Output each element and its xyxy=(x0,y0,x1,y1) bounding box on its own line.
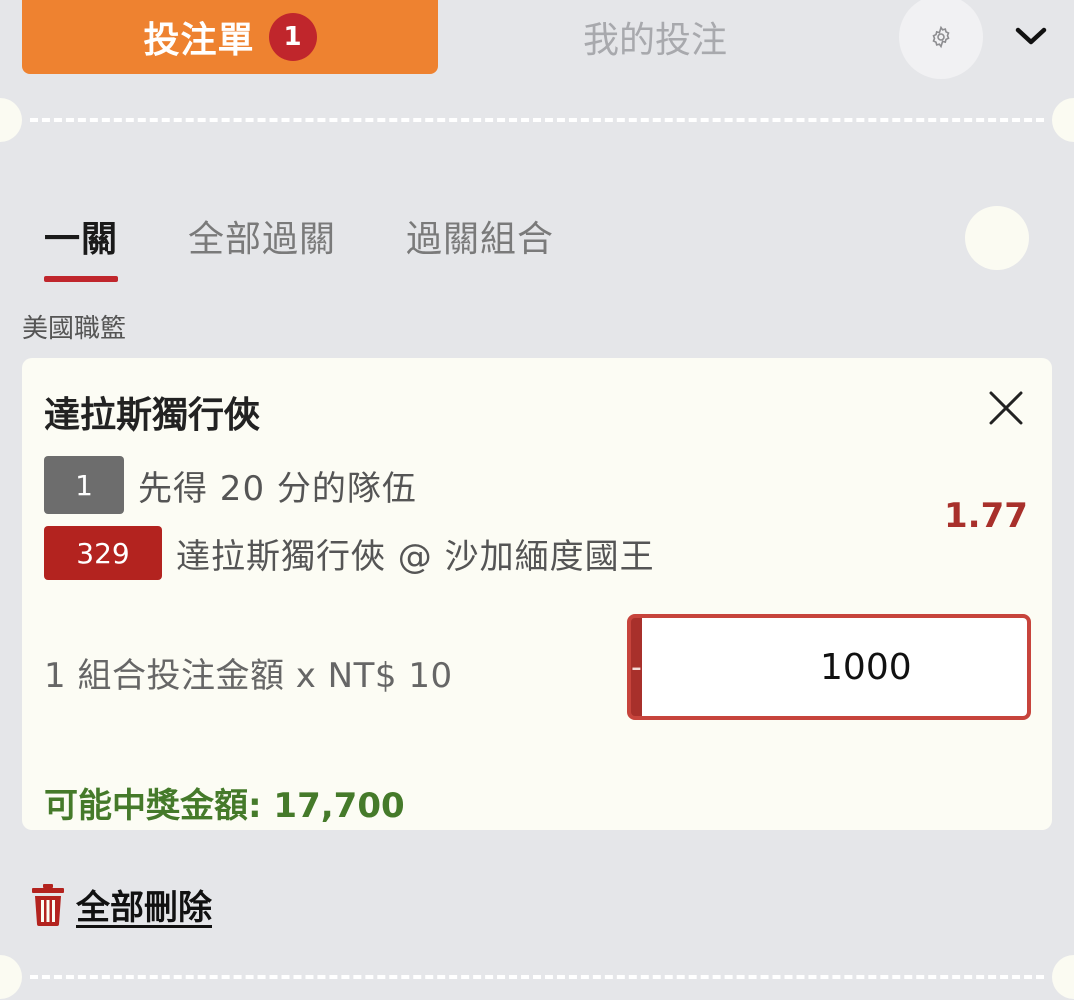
separator-notch xyxy=(0,98,22,142)
tab-betslip[interactable]: 投注單 1 xyxy=(22,0,438,74)
bet-card: 達拉斯獨行俠 1 先得 20 分的隊伍 329 達拉斯獨行俠 @ 沙加緬度國王 … xyxy=(22,358,1052,830)
settings-button[interactable] xyxy=(899,0,983,79)
tab-parlay-combo[interactable]: 過關組合 xyxy=(406,210,554,282)
betslip-count-badge: 1 xyxy=(268,13,317,61)
betslip-panel: 投注單 1 我的投注 一關 全部過關 過關組合 美國職籃 達拉斯獨行俠 1 先得… xyxy=(0,0,1074,1000)
gear-icon xyxy=(932,25,950,49)
selection-team: 達拉斯獨行俠 xyxy=(44,395,261,436)
event-tag: 329 xyxy=(44,526,162,580)
dashed-separator xyxy=(0,97,1074,143)
stake-label: 1 組合投注金額 x NT$ 10 xyxy=(44,656,453,696)
separator-notch xyxy=(0,955,22,999)
collapse-button[interactable] xyxy=(1006,16,1056,56)
close-icon xyxy=(989,391,1023,425)
tab-single[interactable]: 一關 xyxy=(44,210,119,282)
dashed-line xyxy=(30,975,1044,979)
decrease-stake-button[interactable]: - xyxy=(631,618,642,716)
separator-notch xyxy=(1052,955,1074,999)
chevron-down-icon xyxy=(1015,27,1047,45)
event-name: 達拉斯獨行俠 @ 沙加緬度國王 xyxy=(176,536,655,577)
dashed-line xyxy=(30,118,1044,122)
separator-notch xyxy=(1052,98,1074,142)
stake-input[interactable] xyxy=(641,618,1027,716)
dashed-separator xyxy=(0,954,1074,1000)
market-row: 1 先得 20 分的隊伍 xyxy=(44,456,417,514)
clear-all-button[interactable]: 全部刪除 xyxy=(32,880,212,929)
market-name: 先得 20 分的隊伍 xyxy=(138,468,417,509)
odds-value: 1.77 xyxy=(944,496,1028,536)
potential-payout: 可能中獎金額: 17,700 xyxy=(44,786,405,826)
trash-icon xyxy=(32,883,64,926)
bet-type-tabs: 一關 全部過關 過關組合 xyxy=(44,210,554,282)
betslip-tab-label: 投注單 xyxy=(143,20,255,61)
stake-stepper: - + xyxy=(627,614,1031,720)
remove-bet-button[interactable] xyxy=(984,386,1028,430)
decorative-circle xyxy=(965,206,1029,270)
event-row: 329 達拉斯獨行俠 @ 沙加緬度國王 xyxy=(44,526,655,580)
league-label: 美國職籃 xyxy=(22,314,127,344)
market-tag: 1 xyxy=(44,456,124,514)
clear-all-label: 全部刪除 xyxy=(76,888,212,928)
tab-all-parlay[interactable]: 全部過關 xyxy=(188,210,336,282)
tab-my-bets[interactable]: 我的投注 xyxy=(520,0,790,74)
